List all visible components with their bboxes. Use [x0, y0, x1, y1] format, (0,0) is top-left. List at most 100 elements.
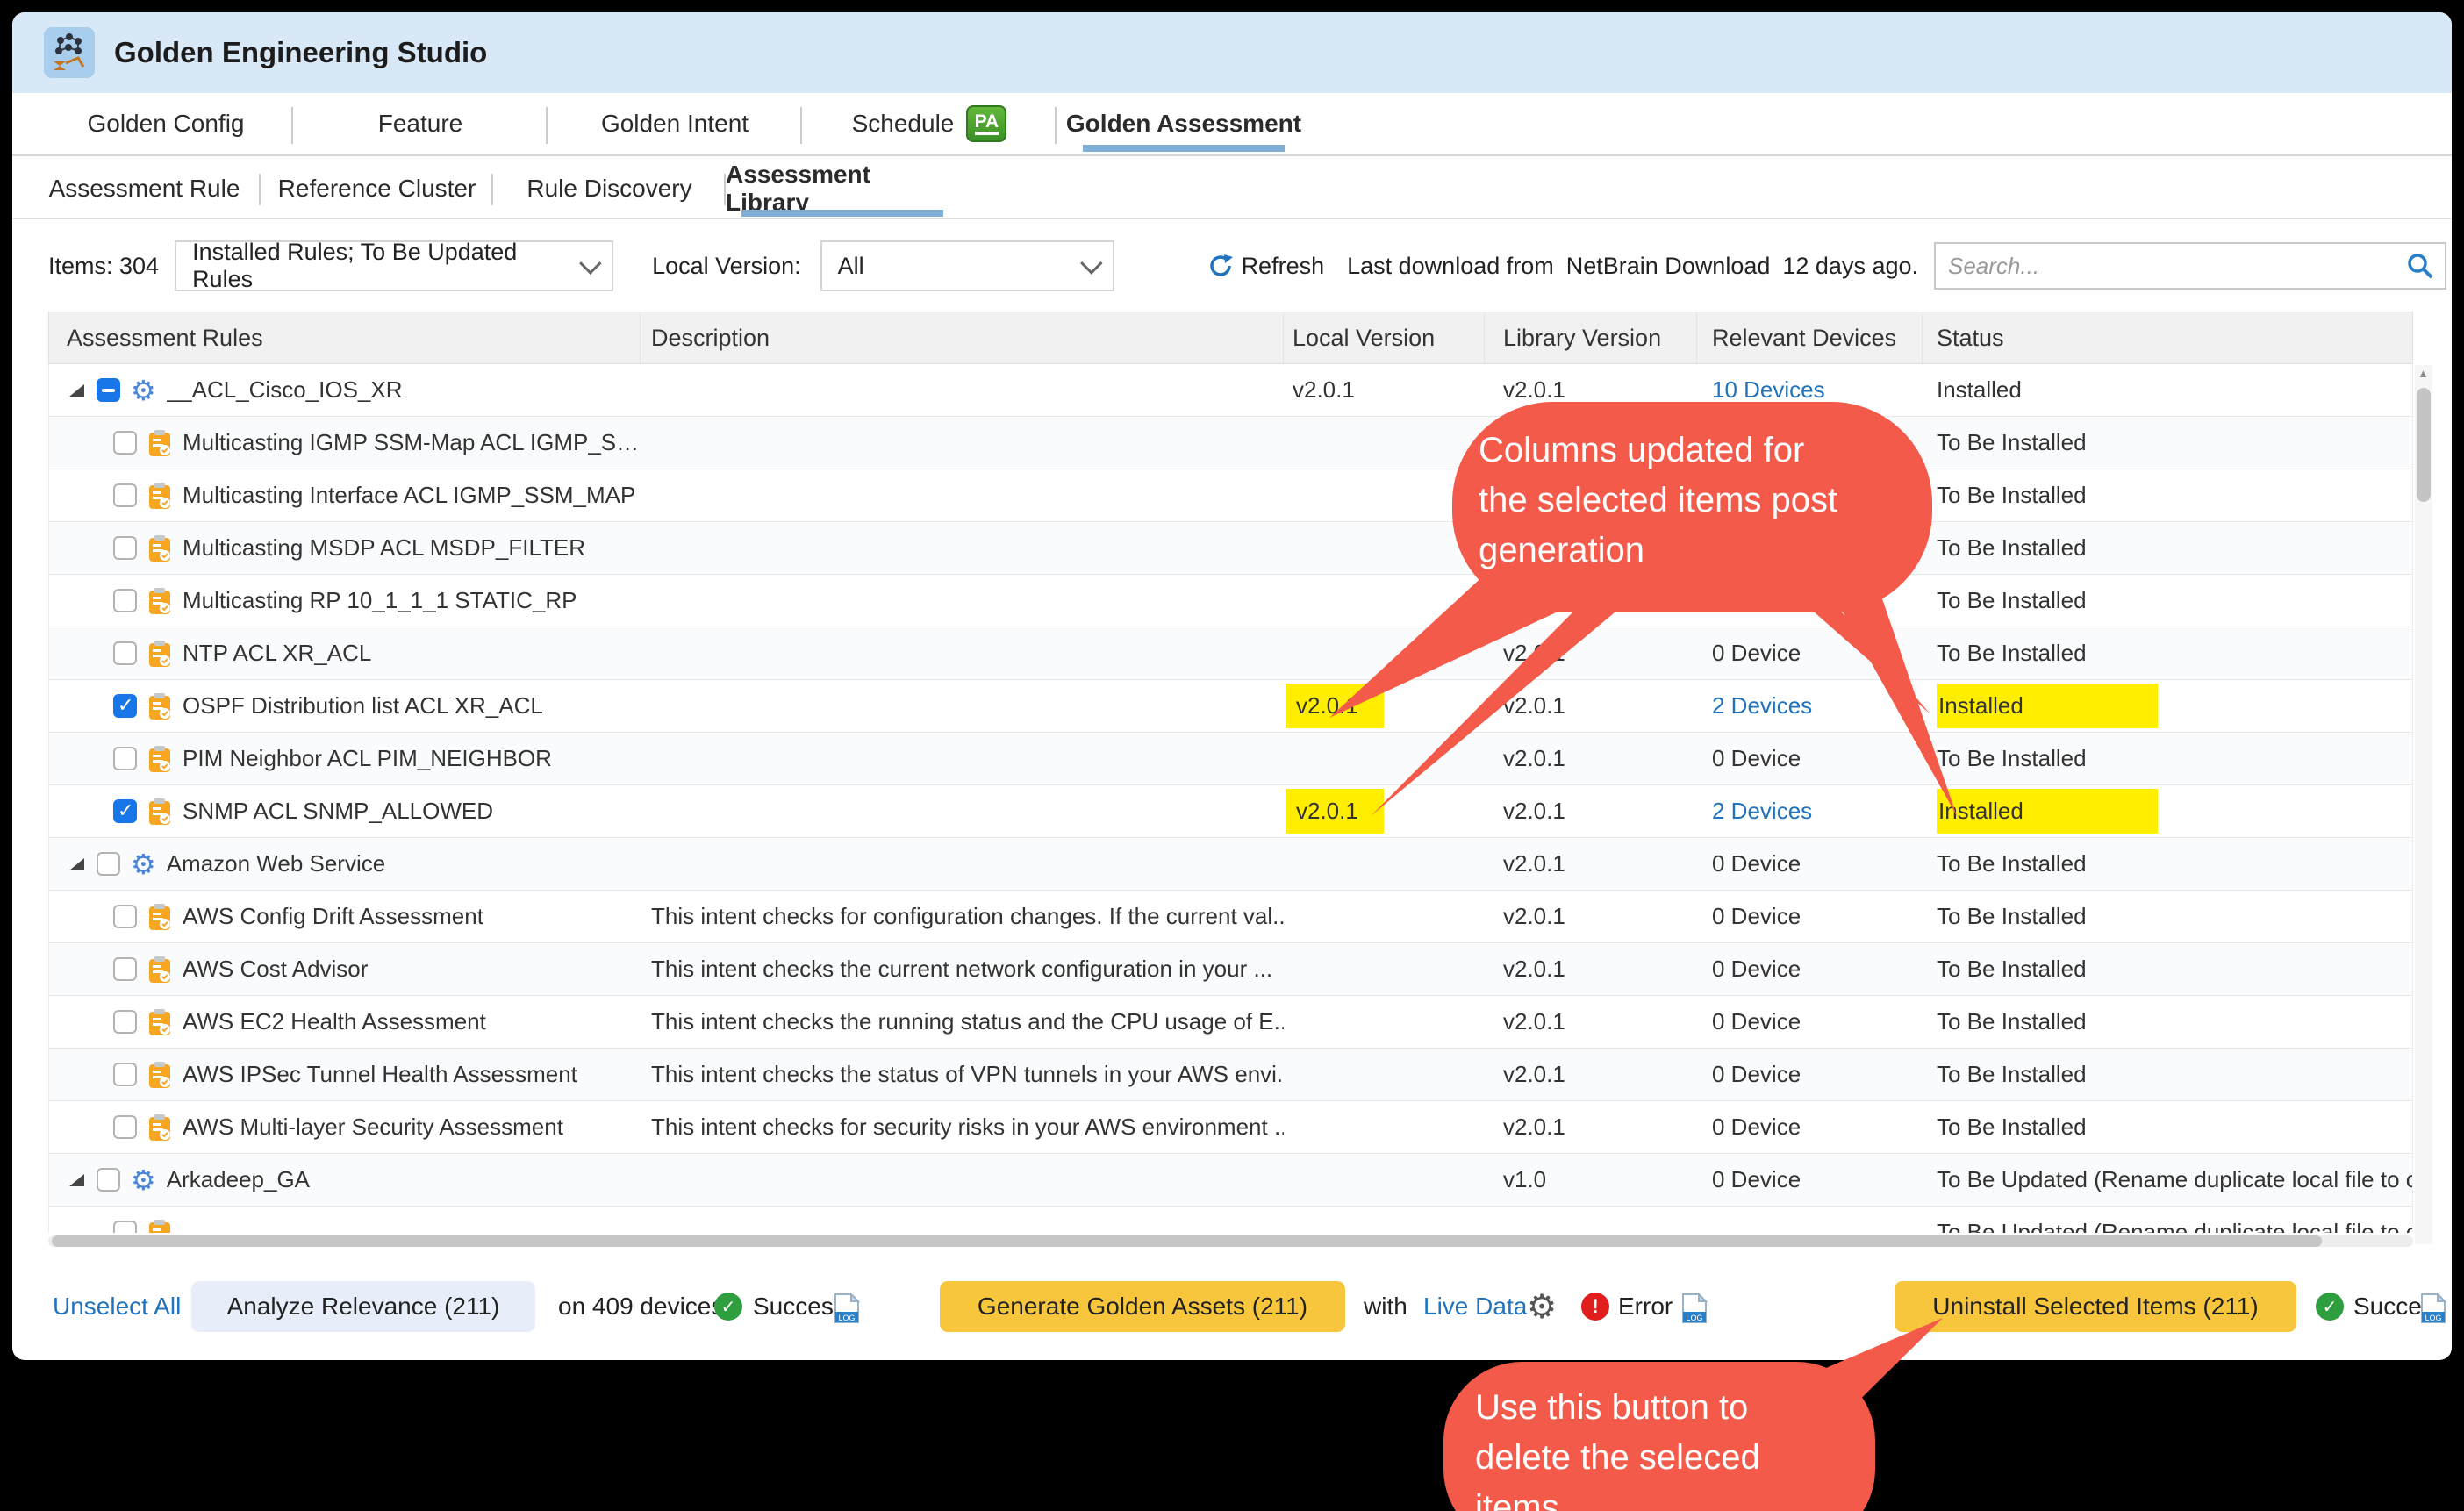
app-window: Golden Engineering Studio Golden ConfigF…	[12, 12, 2452, 1360]
devices-value[interactable]: 2 Devices	[1712, 798, 1812, 825]
local-version-cell	[1284, 575, 1485, 627]
row-checkbox[interactable]	[113, 1010, 137, 1034]
main-tab-schedule[interactable]: SchedulePA	[802, 93, 1057, 154]
table-row[interactable]: ⚙ Arkadeep_GA v1.0 0 Device To Be Update…	[49, 1154, 2412, 1207]
row-checkbox[interactable]	[113, 905, 137, 928]
relevant-devices-cell: 0 Device	[1697, 733, 1923, 784]
generate-status-text: Error	[1618, 1281, 1673, 1332]
local-version-cell	[1284, 627, 1485, 679]
description-cell	[641, 838, 1284, 890]
scroll-up-arrow-icon[interactable]: ▲	[2417, 367, 2429, 380]
row-checkbox[interactable]	[113, 1221, 137, 1233]
description-cell	[641, 680, 1284, 732]
local-version-cell	[1284, 943, 1485, 995]
unselect-all-link[interactable]: Unselect All	[53, 1281, 181, 1332]
table-row[interactable]: ⚙ Multicasting IGMP SSM-Map ACL IGMP_SSM…	[49, 417, 2412, 469]
expand-triangle-icon[interactable]	[69, 858, 84, 870]
row-checkbox[interactable]	[113, 957, 137, 981]
row-checkbox[interactable]	[113, 641, 137, 665]
status-cell: Installed	[1923, 364, 2412, 416]
row-checkbox[interactable]	[113, 589, 137, 612]
row-checkbox[interactable]	[113, 536, 137, 560]
row-checkbox[interactable]	[113, 431, 137, 455]
last-download-text: Last download from	[1347, 253, 1554, 280]
main-tab-golden-config[interactable]: Golden Config	[39, 93, 293, 154]
log-icon[interactable]: LOG	[1681, 1293, 1708, 1330]
table-row[interactable]: ⚙ AWS EC2 Health Assessment This intent …	[49, 996, 2412, 1049]
table-row[interactable]: ⚙ OSPF Distribution list ACL XR_ACL v2.0…	[49, 680, 2412, 733]
uninstall-selected-items-button[interactable]: Uninstall Selected Items (211)	[1895, 1281, 2296, 1332]
library-version-cell: v2.0.1	[1485, 785, 1697, 837]
rule-name-cell: ⚙ AWS IPSec Tunnel Health Assessment	[49, 1049, 641, 1100]
status-value: To Be Installed	[1937, 956, 2087, 983]
refresh-link[interactable]: Refresh	[1242, 253, 1325, 280]
log-icon[interactable]: LOG	[834, 1293, 860, 1330]
sub-tab-rule-discovery[interactable]: Rule Discovery	[493, 158, 726, 218]
table-row[interactable]: ⚙ Multicasting Interface ACL IGMP_SSM_MA…	[49, 469, 2412, 522]
sub-tab-reference-cluster[interactable]: Reference Cluster	[261, 158, 493, 218]
column-header[interactable]: Local Version	[1284, 312, 1485, 363]
devices-value: 0 Device	[1712, 640, 1801, 667]
table-row[interactable]: ⚙ PIM Neighbor ACL PIM_NEIGHBOR v2.0.1 0…	[49, 733, 2412, 785]
tab-label: Assessment Rule	[49, 175, 240, 203]
column-header[interactable]: Status	[1923, 312, 2412, 363]
row-checkbox[interactable]	[97, 1168, 120, 1192]
local-version-cell	[1284, 417, 1485, 469]
app-logo-icon	[44, 27, 95, 78]
live-data-link[interactable]: Live Data	[1423, 1281, 1527, 1332]
table-row[interactable]: ⚙ AWS Multi-layer Security Assessment Th…	[49, 1101, 2412, 1154]
row-checkbox[interactable]	[113, 799, 137, 823]
row-checkbox[interactable]	[113, 747, 137, 770]
table-row[interactable]: ⚙ AWS Cost Advisor This intent checks th…	[49, 943, 2412, 996]
rule-name: NTP ACL XR_ACL	[183, 640, 371, 667]
local-version-select[interactable]: All	[820, 240, 1114, 291]
row-checkbox[interactable]	[113, 1115, 137, 1139]
table-row[interactable]: ⚙ NTP ACL XR_ACL v2.0.1 0 Device To Be I…	[49, 627, 2412, 680]
table-row[interactable]: ⚙ Multicasting MSDP ACL MSDP_FILTER To B…	[49, 522, 2412, 575]
vertical-scrollbar-thumb[interactable]	[2417, 388, 2431, 502]
expand-triangle-icon[interactable]	[69, 1174, 84, 1186]
table-row[interactable]: ⚙ To Be Updated (Rename duplicate local …	[49, 1207, 2412, 1233]
vertical-scrollbar[interactable]: ▲	[2415, 365, 2432, 1244]
devices-value[interactable]: 2 Devices	[1712, 692, 1812, 720]
generate-golden-assets-button[interactable]: Generate Golden Assets (211)	[940, 1281, 1345, 1332]
table-row[interactable]: ⚙ AWS IPSec Tunnel Health Assessment Thi…	[49, 1049, 2412, 1101]
main-tab-feature[interactable]: Feature	[293, 93, 548, 154]
devices-value: 0 Device	[1712, 1166, 1801, 1193]
column-header[interactable]: Assessment Rules	[49, 312, 641, 363]
local-version-cell	[1284, 891, 1485, 942]
table-row[interactable]: ⚙ __ACL_Cisco_IOS_XR v2.0.1 v2.0.1 10 De…	[49, 364, 2412, 417]
expand-triangle-icon[interactable]	[69, 384, 84, 397]
devices-value[interactable]: 10 Devices	[1712, 376, 1825, 404]
row-checkbox[interactable]	[113, 1063, 137, 1086]
analyze-relevance-button[interactable]: Analyze Relevance (211)	[191, 1281, 535, 1332]
column-header[interactable]: Relevant Devices	[1697, 312, 1923, 363]
log-icon[interactable]: LOG	[2420, 1293, 2446, 1330]
table-row[interactable]: ⚙ Multicasting RP 10_1_1_1 STATIC_RP v2.…	[49, 575, 2412, 627]
status-value: To Be Installed	[1937, 482, 2087, 509]
gear-icon[interactable]: ⚙	[1527, 1281, 1557, 1332]
row-checkbox[interactable]	[113, 694, 137, 718]
row-checkbox[interactable]	[97, 378, 120, 402]
assessment-rule-icon	[147, 429, 172, 457]
table-row[interactable]: ⚙ AWS Config Drift Assessment This inten…	[49, 891, 2412, 943]
main-tab-golden-intent[interactable]: Golden Intent	[548, 93, 802, 154]
sub-tab-assessment-rule[interactable]: Assessment Rule	[28, 158, 261, 218]
assessment-rule-icon	[147, 534, 172, 562]
row-checkbox[interactable]	[97, 852, 120, 876]
table-row[interactable]: ⚙ Amazon Web Service v2.0.1 0 Device To …	[49, 838, 2412, 891]
main-tab-golden-assessment[interactable]: Golden Assessment	[1057, 93, 1311, 154]
sub-tab-assessment-library[interactable]: Assessment Library	[726, 158, 958, 218]
horizontal-scrollbar[interactable]	[48, 1235, 2413, 1247]
tab-label: Golden Config	[87, 110, 244, 138]
table-row[interactable]: ⚙ SNMP ACL SNMP_ALLOWED v2.0.1 v2.0.1 2 …	[49, 785, 2412, 838]
netbrain-download-link[interactable]: NetBrain Download	[1566, 253, 1771, 280]
row-checkbox[interactable]	[113, 483, 137, 507]
search-icon[interactable]	[2404, 250, 2436, 286]
search-input[interactable]	[1936, 244, 2445, 288]
column-header[interactable]: Library Version	[1485, 312, 1697, 363]
rule-filter-select[interactable]: Installed Rules; To Be Updated Rules	[175, 240, 613, 291]
refresh-icon[interactable]	[1207, 252, 1235, 280]
horizontal-scrollbar-thumb[interactable]	[52, 1235, 2322, 1247]
column-header[interactable]: Description	[641, 312, 1284, 363]
